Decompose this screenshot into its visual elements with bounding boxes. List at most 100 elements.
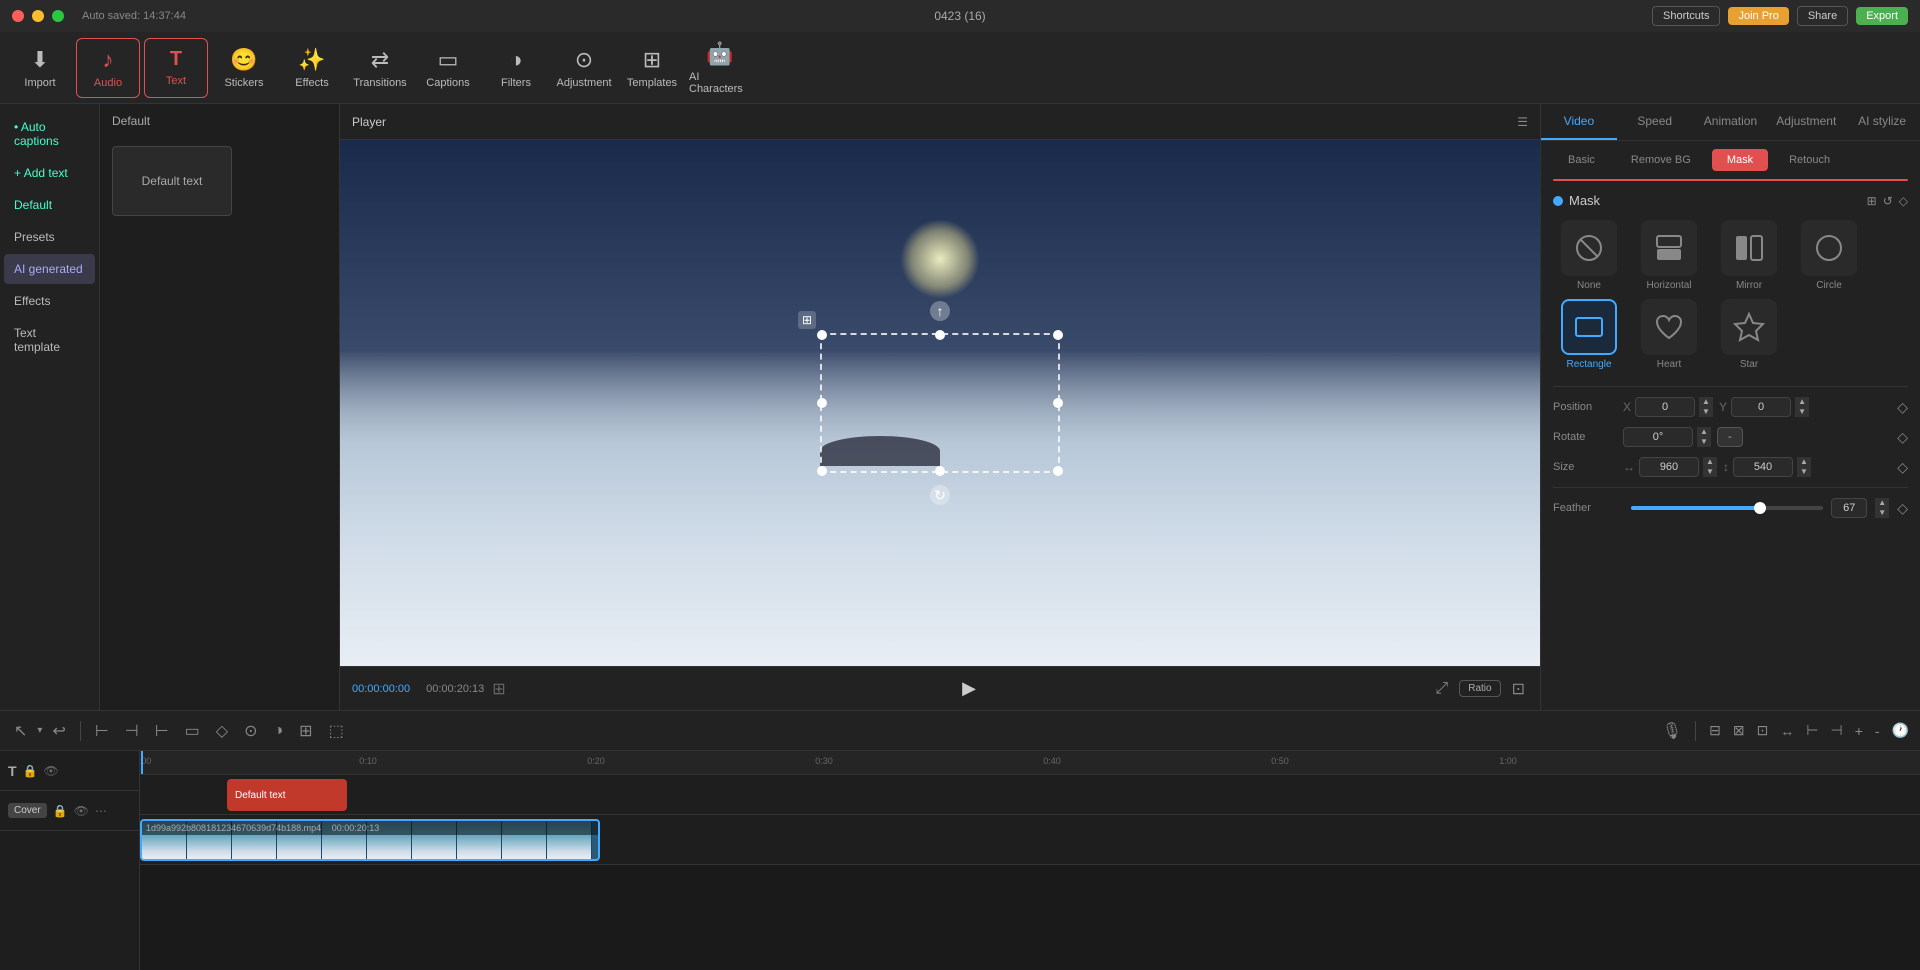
size-w-up[interactable]: ▲	[1703, 457, 1717, 467]
tl-tool-5[interactable]: ⊢	[1803, 719, 1821, 742]
rotate-up[interactable]: ▲	[1697, 427, 1711, 437]
playhead[interactable]	[141, 751, 143, 774]
zoom-fit-btn[interactable]: ⊡	[1509, 676, 1528, 702]
subtab-remove-bg[interactable]: Remove BG	[1616, 149, 1706, 171]
size-h-up[interactable]: ▲	[1797, 457, 1811, 467]
toolbar-stickers[interactable]: 😊 Stickers	[212, 38, 276, 98]
sidebar-item-presets[interactable]: Presets	[4, 222, 95, 252]
more-btn[interactable]: ⬚	[323, 717, 350, 745]
sidebar-item-default[interactable]: Default	[4, 190, 95, 220]
position-y-down[interactable]: ▼	[1795, 407, 1809, 417]
text-clip[interactable]: Default text	[227, 779, 347, 811]
split-btn[interactable]: ⊢	[89, 717, 115, 745]
toolbar-effects[interactable]: ✨ Effects	[280, 38, 344, 98]
mask-diamond-icon[interactable]: ◇	[1899, 194, 1908, 208]
toolbar-adjustment[interactable]: ⊙ Adjustment	[552, 38, 616, 98]
subtab-retouch[interactable]: Retouch	[1774, 149, 1845, 171]
frame-step-btn[interactable]: ⊞	[492, 679, 505, 699]
mask-shape-mirror[interactable]: Mirror	[1713, 220, 1785, 291]
size-w-stepper[interactable]: ▲ ▼	[1703, 457, 1717, 477]
player-menu-icon[interactable]: ☰	[1517, 115, 1528, 129]
tab-animation[interactable]: Animation	[1693, 104, 1769, 140]
mask-shape-star[interactable]: Star	[1713, 299, 1785, 370]
tl-tool-1[interactable]: ⊟	[1706, 719, 1724, 742]
trim-end-btn[interactable]: ⊢	[149, 717, 175, 745]
player-canvas[interactable]: ↑ ↻ ⊞	[340, 140, 1540, 666]
video-clip[interactable]: 1d99a992b808181234670639d74b188.mp4 00:0…	[140, 819, 600, 861]
size-width-input[interactable]	[1639, 457, 1699, 477]
subtab-basic[interactable]: Basic	[1553, 149, 1610, 171]
cursor-tool[interactable]: ↖	[8, 717, 33, 745]
sidebar-item-ai-generated[interactable]: AI generated	[4, 254, 95, 284]
toolbar-templates[interactable]: ⊞ Templates	[620, 38, 684, 98]
tl-tool-3[interactable]: ⊡	[1754, 719, 1772, 742]
speed-btn[interactable]: ⊙	[238, 717, 263, 745]
rotate-stepper[interactable]: ▲ ▼	[1697, 427, 1711, 447]
fullscreen-btn[interactable]: ⤢	[1432, 677, 1451, 701]
export-button[interactable]: Export	[1856, 7, 1908, 25]
feather-down[interactable]: ▼	[1875, 508, 1889, 518]
toolbar-ai-characters[interactable]: 🤖 AI Characters	[688, 38, 752, 98]
rotate-down[interactable]: ▼	[1697, 437, 1711, 447]
subtab-mask[interactable]: Mask	[1712, 149, 1768, 171]
tab-video[interactable]: Video	[1541, 104, 1617, 140]
tl-zoom-in[interactable]: +	[1852, 720, 1866, 742]
rotate-input[interactable]	[1623, 427, 1693, 447]
position-y-stepper[interactable]: ▲ ▼	[1795, 397, 1809, 417]
crop-btn[interactable]: ◇	[210, 717, 234, 745]
size-height-input[interactable]	[1733, 457, 1793, 477]
cursor-dropdown[interactable]: ▾	[37, 725, 42, 736]
text-track-eye[interactable]: 👁	[44, 764, 59, 778]
default-text-thumbnail[interactable]: Default text	[112, 146, 232, 216]
mask-shape-none[interactable]: None	[1553, 220, 1625, 291]
mask-copy-icon[interactable]: ⊞	[1867, 194, 1877, 208]
traffic-light-minimize[interactable]	[32, 10, 44, 22]
share-button[interactable]: Share	[1797, 6, 1848, 26]
cover-button[interactable]: Cover	[8, 803, 47, 818]
position-x-up[interactable]: ▲	[1699, 397, 1713, 407]
sidebar-item-text-template[interactable]: Text template	[4, 318, 95, 362]
tl-tool-6[interactable]: ⊣	[1828, 719, 1846, 742]
feather-keyframe[interactable]: ◇	[1897, 500, 1908, 517]
position-x-down[interactable]: ▼	[1699, 407, 1713, 417]
mask-shape-heart[interactable]: Heart	[1633, 299, 1705, 370]
delete-clip-btn[interactable]: ▭	[179, 717, 206, 745]
mic-btn[interactable]: 🎙	[1659, 718, 1685, 744]
mask-shape-horizontal[interactable]: Horizontal	[1633, 220, 1705, 291]
trim-start-btn[interactable]: ⊣	[119, 717, 145, 745]
undo-btn[interactable]: ↩	[46, 717, 71, 745]
mask-shape-circle[interactable]: Circle	[1793, 220, 1865, 291]
toolbar-text[interactable]: T Text	[144, 38, 208, 98]
video-track-lock[interactable]: 🔒	[53, 804, 68, 818]
toolbar-filters[interactable]: ◑ Filters	[484, 38, 548, 98]
rotate-handle-bottom[interactable]: ↻	[930, 485, 950, 505]
video-track-eye[interactable]: 👁	[74, 804, 89, 818]
toolbar-transitions[interactable]: ⇄ Transitions	[348, 38, 412, 98]
size-h-stepper[interactable]: ▲ ▼	[1797, 457, 1811, 477]
sidebar-item-add-text[interactable]: + Add text	[4, 158, 95, 188]
transform-btn[interactable]: ⊞	[293, 717, 318, 745]
toolbar-import[interactable]: ⬇ Import	[8, 38, 72, 98]
toolbar-captions[interactable]: ▭ Captions	[416, 38, 480, 98]
shortcuts-button[interactable]: Shortcuts	[1652, 6, 1720, 26]
size-keyframe[interactable]: ◇	[1897, 459, 1908, 476]
tl-zoom-out[interactable]: -	[1872, 720, 1883, 742]
play-button[interactable]: ▶	[954, 674, 984, 703]
text-track-lock[interactable]: 🔒	[23, 764, 38, 778]
traffic-light-maximize[interactable]	[52, 10, 64, 22]
tl-tool-4[interactable]: ↔	[1777, 720, 1797, 742]
video-track-more[interactable]: ⋯	[95, 804, 107, 818]
rotate-keyframe[interactable]: ◇	[1897, 429, 1908, 446]
position-x-stepper[interactable]: ▲ ▼	[1699, 397, 1713, 417]
feather-up[interactable]: ▲	[1875, 498, 1889, 508]
position-x-input[interactable]	[1635, 397, 1695, 417]
feather-steppers[interactable]: ▲ ▼	[1875, 498, 1889, 518]
move-icon[interactable]: ⊞	[798, 311, 816, 329]
feather-slider[interactable]	[1631, 506, 1823, 510]
size-h-down[interactable]: ▼	[1797, 467, 1811, 477]
tab-speed[interactable]: Speed	[1617, 104, 1693, 140]
join-pro-button[interactable]: Join Pro	[1728, 7, 1788, 25]
feather-thumb[interactable]	[1754, 502, 1766, 514]
selection-box[interactable]	[820, 333, 1060, 473]
position-y-input[interactable]	[1731, 397, 1791, 417]
